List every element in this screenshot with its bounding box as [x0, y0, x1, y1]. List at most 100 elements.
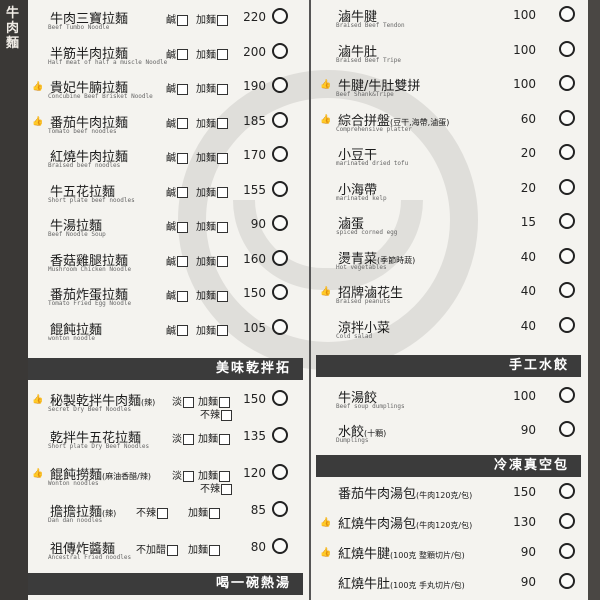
checkbox-box[interactable] [217, 221, 228, 233]
option-checkbox[interactable]: 加麵 [196, 253, 228, 268]
checkbox-box[interactable] [183, 470, 194, 482]
checkbox-box[interactable] [167, 544, 178, 556]
checkbox-box[interactable] [157, 507, 168, 519]
option-checkbox[interactable]: 鹹 [166, 11, 188, 26]
option-checkbox[interactable]: 鹹 [166, 46, 188, 61]
order-circle[interactable] [272, 249, 288, 266]
order-circle[interactable] [272, 8, 288, 24]
checkbox-box[interactable] [217, 118, 228, 129]
order-circle[interactable] [559, 282, 575, 298]
order-circle[interactable] [559, 40, 575, 57]
order-circle[interactable] [272, 111, 288, 128]
option-checkbox[interactable]: 加麵 [196, 46, 228, 61]
item-english-name: Hot vegetables [336, 263, 387, 271]
checkbox-box[interactable] [177, 290, 188, 302]
checkbox-box[interactable] [221, 409, 232, 421]
menu-item: 乾拌牛五花拉麵 Short plate Dry Beef Noodles 淡加麵 13… [28, 424, 303, 458]
order-circle[interactable] [272, 318, 288, 335]
option-checkbox[interactable]: 鹹 [166, 322, 188, 337]
option-checkbox[interactable]: 鹹 [166, 115, 188, 130]
checkbox-box[interactable] [177, 118, 188, 129]
option-checkbox[interactable]: 加麵 [196, 149, 228, 164]
order-circle[interactable] [559, 178, 575, 195]
checkbox-box[interactable] [177, 14, 188, 26]
order-circle[interactable] [272, 538, 288, 554]
order-circle[interactable] [559, 573, 575, 589]
option-checkbox[interactable]: 加麵 [198, 430, 230, 445]
option-checkbox[interactable]: 加麵 [196, 322, 228, 337]
checkbox-box[interactable] [217, 325, 228, 336]
item-name: 紅燒牛肚(100克 手丸切片/包) [338, 577, 465, 592]
option-checkbox[interactable]: 鹹 [166, 184, 188, 199]
menu-item: 牛湯餃 Beef soup dumplings 100 [316, 384, 581, 418]
item-english-name: Beef Noodle Soup [48, 231, 106, 238]
option-checkbox[interactable]: 加麵 [196, 184, 228, 199]
order-circle[interactable] [559, 421, 575, 437]
checkbox-box[interactable] [209, 544, 220, 556]
option-checkbox[interactable]: 鹹 [166, 218, 188, 233]
checkbox-box[interactable] [177, 83, 188, 95]
checkbox-box[interactable] [217, 187, 228, 198]
order-circle[interactable] [559, 513, 575, 529]
option-checkbox[interactable]: 加麵 [188, 541, 220, 556]
option-checkbox[interactable]: 不辣 [136, 504, 168, 519]
option-checkbox[interactable]: 鹹 [166, 287, 188, 302]
order-circle[interactable] [559, 75, 575, 91]
checkbox-box[interactable] [177, 256, 188, 267]
checkbox-box[interactable] [217, 49, 228, 60]
order-circle[interactable] [272, 146, 288, 162]
item-price: 60 [520, 111, 536, 126]
order-circle[interactable] [559, 316, 575, 333]
order-circle[interactable] [272, 427, 288, 443]
option-checkbox[interactable]: 不加醋 [136, 541, 178, 556]
checkbox-box[interactable] [177, 49, 188, 60]
option-checkbox[interactable]: 鹹 [166, 80, 188, 95]
order-circle[interactable] [272, 390, 288, 406]
checkbox-box[interactable] [219, 433, 230, 445]
order-circle[interactable] [272, 501, 288, 517]
checkbox-box[interactable] [177, 187, 188, 198]
order-circle[interactable] [272, 77, 288, 93]
order-circle[interactable] [272, 284, 288, 300]
checkbox-box[interactable] [177, 152, 188, 164]
order-circle[interactable] [559, 483, 575, 499]
order-circle[interactable] [559, 543, 575, 559]
option-checkbox[interactable]: 淡 [172, 467, 194, 482]
option-checkbox[interactable]: 不辣 [200, 406, 232, 421]
order-circle[interactable] [559, 213, 575, 229]
option-checkbox[interactable]: 加麵 [196, 287, 228, 302]
order-circle[interactable] [559, 144, 575, 160]
option-label: 加麵 [196, 15, 216, 26]
option-checkbox[interactable]: 加麵 [188, 504, 220, 519]
order-circle[interactable] [272, 180, 288, 197]
checkbox-box[interactable] [217, 83, 228, 95]
option-label: 鹹 [166, 153, 176, 164]
order-circle[interactable] [559, 109, 575, 126]
option-checkbox[interactable]: 加麵 [196, 218, 228, 233]
checkbox-box[interactable] [221, 483, 232, 495]
order-circle[interactable] [272, 215, 288, 231]
checkbox-box[interactable] [177, 221, 188, 233]
option-checkbox[interactable]: 淡 [172, 430, 194, 445]
checkbox-box[interactable] [183, 433, 194, 445]
order-circle[interactable] [559, 387, 575, 403]
option-checkbox[interactable]: 鹹 [166, 253, 188, 268]
option-checkbox[interactable]: 加麵 [196, 11, 228, 26]
option-checkbox[interactable]: 鹹 [166, 149, 188, 164]
checkbox-box[interactable] [183, 396, 194, 408]
checkbox-box[interactable] [217, 290, 228, 302]
checkbox-box[interactable] [217, 14, 228, 26]
checkbox-box[interactable] [177, 325, 188, 336]
checkbox-box[interactable] [217, 256, 228, 267]
option-checkbox[interactable]: 淡 [172, 393, 194, 408]
option-checkbox[interactable]: 加麵 [196, 115, 228, 130]
option-checkbox[interactable]: 加麵 [196, 80, 228, 95]
order-circle[interactable] [272, 464, 288, 480]
option-checkbox[interactable]: 不辣 [200, 480, 232, 495]
order-circle[interactable] [559, 247, 575, 264]
item-name: 紅燒牛肉湯包(牛肉120克/包) [338, 517, 473, 532]
checkbox-box[interactable] [209, 507, 220, 519]
order-circle[interactable] [559, 6, 575, 22]
checkbox-box[interactable] [217, 152, 228, 164]
order-circle[interactable] [272, 42, 288, 59]
